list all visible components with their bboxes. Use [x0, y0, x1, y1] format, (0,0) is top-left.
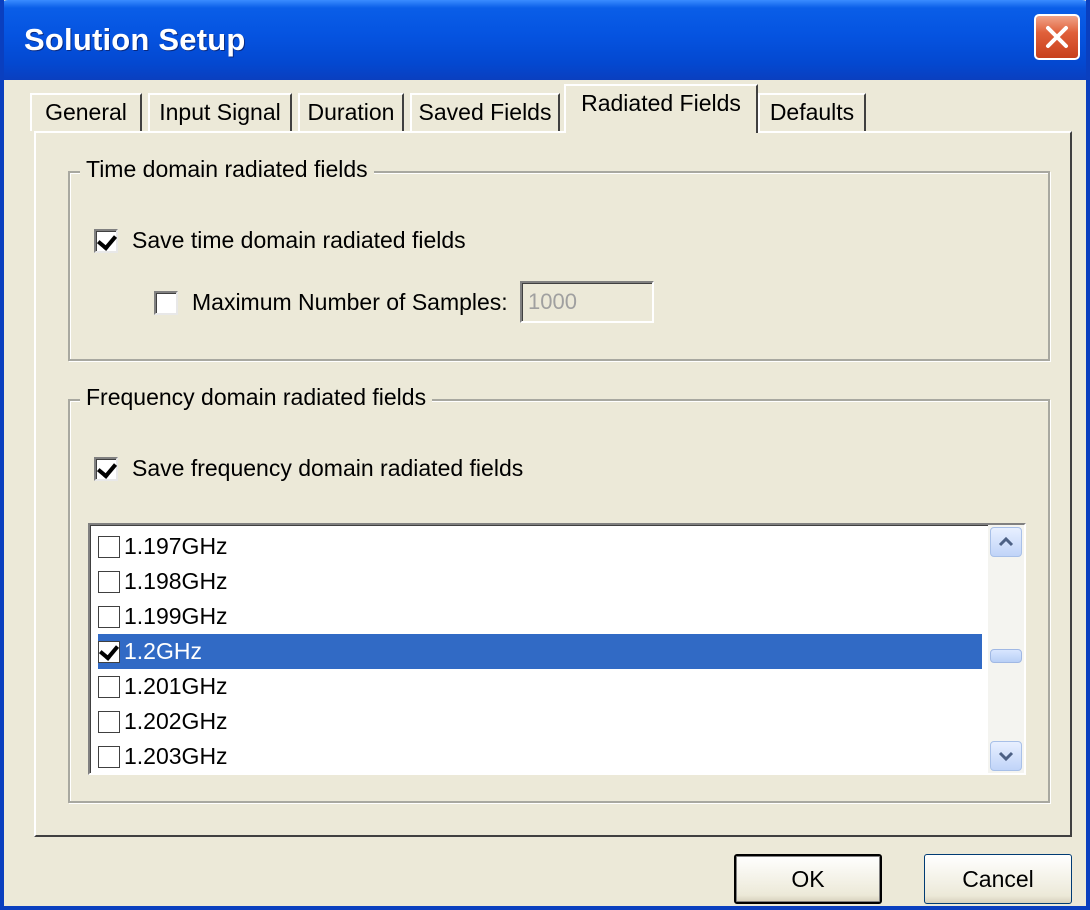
- save-time-domain-checkbox[interactable]: [94, 228, 118, 253]
- time-domain-group: Time domain radiated fields Save time do…: [68, 156, 1050, 361]
- save-frequency-domain-checkbox[interactable]: [94, 456, 118, 481]
- list-item[interactable]: 1.202GHz: [98, 704, 982, 739]
- frequency-label: 1.2GHz: [124, 638, 202, 664]
- frequency-checkbox[interactable]: [98, 710, 120, 733]
- tab-label: Saved Fields: [418, 99, 552, 125]
- frequency-checkbox[interactable]: [98, 675, 120, 698]
- close-icon: [1046, 26, 1068, 48]
- frequency-label: 1.198GHz: [124, 568, 228, 594]
- chevron-up-icon: [998, 536, 1014, 547]
- window-title: Solution Setup: [24, 22, 246, 57]
- save-frequency-domain-option[interactable]: Save frequency domain radiated fields: [94, 455, 523, 482]
- frequency-checkbox[interactable]: [98, 640, 120, 663]
- list-item[interactable]: 1.198GHz: [98, 564, 982, 599]
- frequency-label: 1.202GHz: [124, 708, 228, 734]
- tab-input-signal[interactable]: Input Signal: [148, 93, 292, 131]
- tab-radiated-fields[interactable]: Radiated Fields: [564, 84, 758, 133]
- cancel-button[interactable]: Cancel: [924, 854, 1072, 904]
- max-samples-label: Maximum Number of Samples:: [192, 289, 508, 315]
- scroll-thumb[interactable]: [990, 649, 1022, 663]
- save-time-domain-label: Save time domain radiated fields: [132, 227, 466, 253]
- tab-saved-fields[interactable]: Saved Fields: [410, 93, 560, 131]
- tab-label: Radiated Fields: [581, 90, 741, 116]
- save-time-domain-option[interactable]: Save time domain radiated fields: [94, 227, 466, 254]
- radiated-fields-panel: Time domain radiated fields Save time do…: [34, 131, 1072, 837]
- list-scrollbar[interactable]: [988, 525, 1024, 773]
- time-domain-legend: Time domain radiated fields: [80, 156, 374, 183]
- scroll-down-button[interactable]: [990, 741, 1022, 771]
- frequency-checkbox[interactable]: [98, 570, 120, 593]
- frequency-checkbox[interactable]: [98, 605, 120, 628]
- tab-defaults[interactable]: Defaults: [758, 93, 866, 131]
- tab-general[interactable]: General: [30, 93, 142, 131]
- frequency-domain-legend: Frequency domain radiated fields: [80, 384, 433, 411]
- tab-label: Duration: [307, 99, 395, 125]
- frequency-checkbox[interactable]: [98, 745, 120, 768]
- title-bar[interactable]: Solution Setup: [4, 0, 1086, 80]
- ok-button[interactable]: OK: [734, 854, 882, 904]
- frequency-label: 1.203GHz: [124, 743, 228, 769]
- tab-label: Input Signal: [159, 99, 281, 125]
- max-samples-option[interactable]: Maximum Number of Samples:: [154, 289, 508, 316]
- frequency-label: 1.197GHz: [124, 533, 228, 559]
- list-item-selected[interactable]: 1.2GHz: [98, 634, 982, 669]
- frequency-checkbox[interactable]: [98, 535, 120, 558]
- frequency-label: 1.199GHz: [124, 603, 228, 629]
- frequency-list[interactable]: 1.197GHz 1.198GHz 1.199GHz 1.2GHz 1.201G…: [88, 523, 1026, 775]
- list-item[interactable]: 1.201GHz: [98, 669, 982, 704]
- chevron-down-icon: [998, 751, 1014, 762]
- solution-setup-dialog: Solution Setup General Input Signal Dura…: [0, 0, 1090, 910]
- tab-label: General: [45, 99, 127, 125]
- frequency-label: 1.201GHz: [124, 673, 228, 699]
- scroll-up-button[interactable]: [990, 527, 1022, 557]
- save-frequency-domain-label: Save frequency domain radiated fields: [132, 455, 524, 481]
- tab-label: Defaults: [769, 99, 855, 125]
- list-item[interactable]: 1.197GHz: [98, 529, 982, 564]
- max-samples-input[interactable]: 1000: [520, 281, 654, 323]
- list-item[interactable]: 1.199GHz: [98, 599, 982, 634]
- close-button[interactable]: [1034, 14, 1080, 60]
- list-item[interactable]: 1.203GHz: [98, 739, 982, 773]
- tab-duration[interactable]: Duration: [298, 93, 404, 131]
- max-samples-checkbox[interactable]: [154, 290, 178, 315]
